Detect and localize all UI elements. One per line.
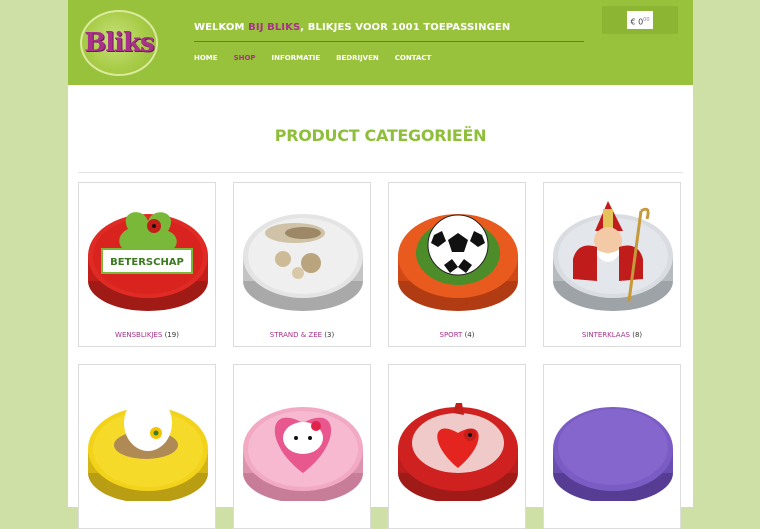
category-count: (8) — [632, 331, 643, 339]
category-name: SPORT — [439, 331, 463, 339]
page: Bliks WELKOM BIJ BLIKS, BLIKJES VOOR 100… — [68, 0, 693, 529]
tin-image-pasen — [88, 395, 208, 501]
category-label[interactable]: STRAND & ZEE (3) — [234, 331, 370, 339]
category-name: SINTERKLAAS — [581, 331, 631, 339]
category-card-sport[interactable]: SPORT (4) — [388, 182, 526, 347]
category-count: (3) — [324, 331, 335, 339]
category-card-pasen[interactable] — [78, 364, 216, 529]
category-label[interactable]: SPORT (4) — [389, 331, 525, 339]
tin-image-strand-zee — [243, 214, 363, 311]
logo-text: Bliks — [84, 28, 154, 58]
category-count: (19) — [164, 331, 179, 339]
category-card-strand-zee[interactable]: STRAND & ZEE (3) — [233, 182, 371, 347]
category-card-hello-kitty[interactable] — [233, 364, 371, 529]
nav-shop[interactable]: SHOP — [234, 54, 256, 62]
tin-image-liefde — [398, 403, 518, 501]
tin-image-sport — [398, 214, 518, 311]
bliks-logo[interactable]: Bliks — [80, 10, 158, 76]
welcome-suffix: , BLIKJES VOOR 1001 TOEPASSINGEN — [300, 22, 511, 33]
site-header: Bliks WELKOM BIJ BLIKS, BLIKJES VOOR 100… — [68, 0, 693, 85]
beterschap-text: BETERSCHAP — [110, 257, 184, 268]
nav-bedrijven[interactable]: BEDRIJVEN — [336, 54, 379, 62]
category-name: WENSBLIKJES — [115, 331, 163, 339]
tin-image-hello-kitty — [243, 407, 363, 501]
welcome-text: WELKOM BIJ BLIKS, BLIKJES VOOR 1001 TOEP… — [194, 22, 510, 33]
page-title: PRODUCT CATEGORIEËN — [274, 126, 487, 145]
welcome-brand: BIJ BLIKS — [248, 22, 301, 33]
main-nav: HOME SHOP INFORMATIE BEDRIJVEN CONTACT — [194, 54, 447, 62]
category-count: (4) — [464, 331, 475, 339]
tin-image-paars — [553, 407, 673, 501]
nav-informatie[interactable]: INFORMATIE — [272, 54, 321, 62]
header-divider — [194, 41, 584, 42]
category-name: STRAND & ZEE — [269, 331, 323, 339]
category-card-liefde[interactable] — [388, 364, 526, 529]
welcome-prefix: WELKOM — [194, 22, 249, 33]
cart-amount: € 0 — [630, 17, 644, 27]
category-label[interactable]: SINTERKLAAS (8) — [544, 331, 680, 339]
nav-contact[interactable]: CONTACT — [395, 54, 432, 62]
category-card-paars[interactable] — [543, 364, 681, 529]
title-divider — [78, 172, 683, 173]
tin-image-wensblikjes: BETERSCHAP — [88, 212, 208, 311]
category-card-wensblikjes[interactable]: BETERSCHAP WENSBLIKJES (19) — [78, 182, 216, 347]
nav-home[interactable]: HOME — [194, 54, 218, 62]
cart-cents: 00 — [643, 17, 650, 23]
tin-image-sinterklaas — [553, 201, 673, 311]
category-card-sinterklaas[interactable]: SINTERKLAAS (8) — [543, 182, 681, 347]
cart-total[interactable]: € 000 — [627, 11, 653, 29]
category-label[interactable]: WENSBLIKJES (19) — [79, 331, 215, 339]
cart-widget[interactable]: € 000 — [602, 6, 678, 34]
